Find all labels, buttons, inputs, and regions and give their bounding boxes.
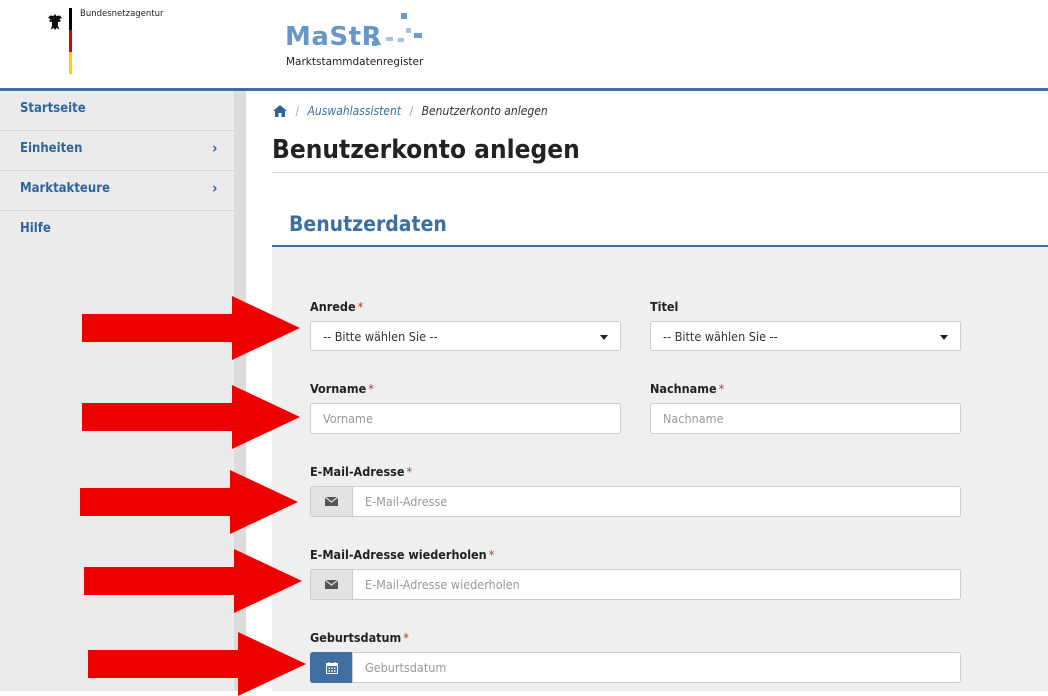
calendar-icon: [326, 662, 338, 674]
email-label-text: E-Mail-Adresse: [310, 464, 405, 479]
federal-eagle-icon: [48, 14, 62, 30]
sidebar-item-label: Einheiten: [20, 141, 83, 156]
anrede-label: Anrede *: [310, 299, 363, 314]
caret-down-icon: [600, 335, 608, 340]
email-addon: [310, 486, 352, 517]
birthdate-input[interactable]: [352, 652, 961, 683]
chevron-right-icon: ›: [212, 179, 218, 197]
sidebar-item-startseite[interactable]: Startseite: [0, 91, 234, 131]
logo-square: [386, 37, 393, 41]
breadcrumb-separator: /: [409, 104, 414, 118]
required-marker: *: [718, 381, 725, 396]
nachname-label-text: Nachname: [650, 381, 717, 396]
required-marker: *: [406, 464, 413, 479]
vorname-input[interactable]: [310, 403, 621, 434]
titel-select[interactable]: -- Bitte wählen Sie --: [650, 321, 961, 351]
chevron-right-icon: ›: [212, 139, 218, 157]
anrede-select[interactable]: -- Bitte wählen Sie --: [310, 321, 621, 351]
anrede-label-text: Anrede: [310, 299, 356, 314]
required-marker: *: [403, 630, 409, 645]
mastr-logo-title[interactable]: MaStR: [285, 22, 382, 52]
red-arrow-annotation: [88, 632, 306, 696]
sidebar-item-hilfe[interactable]: Hilfe: [0, 211, 234, 251]
page-title: Benutzerkonto anlegen: [272, 135, 580, 165]
red-arrow-annotation: [80, 470, 298, 534]
breadcrumb-separator: /: [295, 104, 300, 118]
mastr-logo-subtitle: Marktstammdatenregister: [286, 56, 424, 68]
vorname-label: Vorname *: [310, 381, 374, 396]
email-repeat-label: E-Mail-Adresse wiederholen *: [310, 547, 494, 562]
vorname-label-text: Vorname: [310, 381, 367, 396]
sidebar-item-label: Startseite: [20, 101, 86, 116]
anrede-select-value: -- Bitte wählen Sie --: [323, 329, 438, 344]
caret-down-icon: [940, 335, 948, 340]
logo-square: [406, 28, 411, 33]
sidebar-item-label: Hilfe: [20, 221, 51, 236]
email-repeat-addon: [310, 569, 352, 600]
required-marker: *: [357, 299, 364, 314]
flag-stripe-gold: [69, 52, 72, 74]
required-marker: *: [368, 381, 374, 396]
flag-stripe-red: [69, 30, 72, 52]
sidebar-item-marktakteure[interactable]: Marktakteure ›: [0, 171, 234, 211]
breadcrumb-current: Benutzerkonto anlegen: [421, 104, 548, 118]
red-arrow-annotation: [82, 296, 300, 360]
titel-label-text: Titel: [650, 299, 679, 314]
logo-square: [401, 13, 407, 19]
titel-select-value: -- Bitte wählen Sie --: [663, 329, 778, 344]
sidebar-item-label: Marktakteure: [20, 181, 110, 196]
datepicker-button[interactable]: [310, 652, 352, 683]
section-title: Benutzerdaten: [289, 212, 447, 236]
nachname-label: Nachname *: [650, 381, 724, 396]
agency-name: Bundesnetzagentur: [80, 9, 164, 19]
nachname-input[interactable]: [650, 403, 961, 434]
email-repeat-label-text: E-Mail-Adresse wiederholen: [310, 547, 487, 562]
sidebar-item-einheiten[interactable]: Einheiten ›: [0, 131, 234, 171]
site-header: Bundesnetzagentur MaStR Marktstammdatenr…: [0, 0, 1048, 88]
breadcrumb-link-auswahlassistent[interactable]: Auswahlassistent: [308, 104, 402, 118]
email-input[interactable]: [352, 486, 961, 517]
logo-square: [398, 38, 404, 42]
envelope-icon: [325, 580, 338, 589]
red-arrow-annotation: [82, 385, 300, 449]
home-icon[interactable]: [273, 105, 287, 120]
red-arrow-annotation: [84, 549, 302, 613]
breadcrumb: / Auswahlassistent / Benutzerkonto anleg…: [273, 104, 548, 120]
titel-label: Titel: [650, 299, 678, 314]
email-repeat-input[interactable]: [352, 569, 961, 600]
envelope-icon: [325, 497, 338, 506]
flag-stripe-black: [69, 8, 72, 30]
birthdate-label: Geburtsdatum *: [310, 630, 409, 645]
german-flag-bar: [69, 8, 72, 74]
birthdate-label-text: Geburtsdatum: [310, 630, 402, 645]
title-divider: [272, 172, 1048, 173]
logo-square: [372, 41, 377, 46]
email-label: E-Mail-Adresse *: [310, 464, 412, 479]
logo-square: [414, 33, 422, 38]
required-marker: *: [488, 547, 495, 562]
